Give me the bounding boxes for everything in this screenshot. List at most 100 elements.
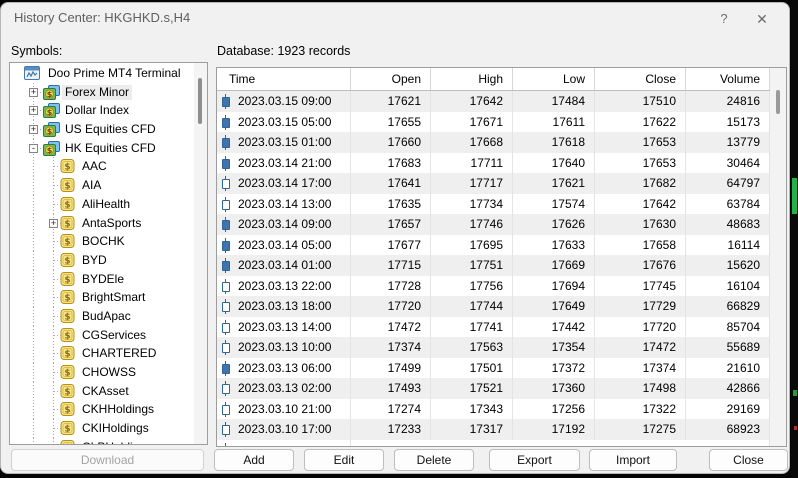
table-row[interactable]: 2023.03.14 13:00176351773417574176426378… — [217, 194, 770, 215]
table-row[interactable]: 2023.03.15 09:00176211764217484175102481… — [217, 91, 770, 112]
time-value: 2023.03.14 05:00 — [238, 235, 331, 256]
tree-item-chartered[interactable]: $CHARTERED — [10, 344, 194, 363]
cell-open: 17715 — [351, 255, 431, 276]
dollar-tag-icon: $ — [60, 384, 75, 401]
tree-item-chowss[interactable]: $CHOWSS — [10, 363, 194, 382]
tree-item-alihealth[interactable]: $AliHealth — [10, 195, 194, 214]
titlebar[interactable]: History Center: HKGHKD.s,H4 ? ✕ — [1, 3, 789, 33]
time-value: 2023.03.15 01:00 — [238, 132, 331, 153]
tree-item-budapac[interactable]: $BudApac — [10, 307, 194, 326]
background-green-bar — [792, 178, 797, 214]
cell-close: 17642 — [595, 194, 686, 215]
cell-close: 17275 — [595, 419, 686, 440]
tree-item-aac[interactable]: $AAC — [10, 157, 194, 176]
table-row[interactable]: 2023.03.15 05:00176551767117611176221517… — [217, 112, 770, 133]
tree-item-cgservices[interactable]: $CGServices — [10, 326, 194, 345]
cell-high: 17668 — [431, 132, 513, 153]
cell-high: 17734 — [431, 194, 513, 215]
dollar-tag-icon: $ — [60, 272, 75, 289]
tree-item-hk-equities-cfd[interactable]: -$HK Equities CFD — [10, 139, 194, 158]
tree-scrollbar-thumb[interactable] — [198, 78, 202, 124]
add-button[interactable]: Add — [214, 449, 294, 471]
edit-button[interactable]: Edit — [304, 449, 384, 471]
tree-item-bydele[interactable]: $BYDEle — [10, 270, 194, 289]
svg-text:$: $ — [64, 200, 70, 210]
tree-item-clpholdings[interactable]: $CLPHoldings — [10, 438, 194, 444]
table-row[interactable]: 2023.03.14 09:00176571774617626176304868… — [217, 214, 770, 235]
svg-text:$: $ — [64, 256, 70, 266]
column-header-volume[interactable]: Volume — [686, 68, 770, 90]
cell-time: 2023.03.15 01:00 — [217, 132, 351, 153]
collapse-icon[interactable]: - — [29, 144, 38, 153]
time-value: 2023.03.10 17:00 — [238, 419, 331, 440]
tree-item-aia[interactable]: $AIA — [10, 176, 194, 195]
dollar-tag-icon: $ — [60, 309, 75, 326]
cell-time: 2023.03.14 21:00 — [217, 153, 351, 174]
cell-close: 17720 — [595, 317, 686, 338]
screenshot-background: History Center: HKGHKD.s,H4 ? ✕ Symbols:… — [0, 0, 798, 478]
close-button[interactable]: Close — [709, 449, 788, 471]
symbols-label: Symbols: — [11, 44, 62, 58]
svg-text:$: $ — [64, 163, 70, 173]
table-row[interactable]: 2023.03.15 01:00176601766817618176531377… — [217, 132, 770, 153]
table-body: 2023.03.15 09:00176211764217484175102481… — [217, 91, 770, 447]
table-row[interactable]: 2023.03.14 05:00176771769517633176581611… — [217, 235, 770, 256]
tree-item-label: BYD — [79, 253, 110, 268]
close-window-icon[interactable]: ✕ — [749, 8, 775, 30]
dollar-tag-icon: $ — [60, 290, 75, 307]
cell-low: 17649 — [513, 296, 595, 317]
expand-icon[interactable]: + — [29, 106, 38, 115]
tree-scrollbar[interactable] — [194, 63, 207, 444]
table-row[interactable]: 2023.03.13 02:00174931752117360174984286… — [217, 378, 770, 399]
table-row[interactable]: 2023.03.10 21:00172741734317256173222916… — [217, 399, 770, 420]
time-value: 2023.03.14 17:00 — [238, 173, 331, 194]
table-row[interactable]: 2023.03.13 06:00174991750117372173742161… — [217, 358, 770, 379]
tree-item-ckiholdings[interactable]: $CKIHoldings — [10, 419, 194, 438]
table-row[interactable]: 2023.03.13 18:00177201774417649177296682… — [217, 296, 770, 317]
table-row[interactable]: 2023.03.14 21:00176831771117640176533046… — [217, 153, 770, 174]
tree-item-us-equities-cfd[interactable]: +$US Equities CFD — [10, 120, 194, 139]
cell-time: 2023.03.13 10:00 — [217, 337, 351, 358]
expand-icon[interactable]: + — [29, 125, 38, 134]
tree-item-doo-prime-mt4-terminal[interactable]: Doo Prime MT4 Terminal — [10, 64, 194, 83]
cell-close: 17653 — [595, 132, 686, 153]
tree-item-dollar-index[interactable]: +$Dollar Index — [10, 101, 194, 120]
cell-low: 17442 — [513, 317, 595, 338]
download-button[interactable]: Download — [11, 449, 204, 471]
svg-text:$: $ — [64, 331, 70, 341]
column-header-close[interactable]: Close — [595, 68, 686, 90]
cell-low: 17669 — [513, 255, 595, 276]
column-header-low[interactable]: Low — [513, 68, 595, 90]
table-row[interactable]: 2023.03.13 14:00174721774117442177208570… — [217, 317, 770, 338]
column-header-high[interactable]: High — [431, 68, 513, 90]
candle-bullish-icon — [221, 422, 230, 437]
expand-icon[interactable]: + — [49, 219, 58, 228]
column-header-open[interactable]: Open — [351, 68, 431, 90]
table-scrollbar[interactable] — [769, 68, 786, 446]
table-row[interactable]: 2023.03.14 01:00177151775117669176761562… — [217, 255, 770, 276]
import-button[interactable]: Import — [589, 449, 677, 471]
tree-item-ckasset[interactable]: $CKAsset — [10, 382, 194, 401]
tree-item-bochk[interactable]: $BOCHK — [10, 232, 194, 251]
delete-button[interactable]: Delete — [394, 449, 474, 471]
table-scrollbar-thumb[interactable] — [776, 90, 780, 114]
cell-close: 17510 — [595, 91, 686, 112]
help-button[interactable]: ? — [711, 8, 737, 30]
tree-item-antasports[interactable]: +$AntaSports — [10, 214, 194, 233]
cell-close: 17676 — [595, 255, 686, 276]
expand-icon[interactable]: + — [29, 88, 38, 97]
table-row[interactable]: 2023.03.13 10:00173741756317354174725568… — [217, 337, 770, 358]
tree-item-brightsmart[interactable]: $BrightSmart — [10, 288, 194, 307]
terminal-icon — [24, 66, 41, 84]
candle-bullish-icon — [221, 176, 230, 191]
table-row[interactable]: 2023.03.14 17:00176411771717621176826479… — [217, 173, 770, 194]
tree-item-forex-minor[interactable]: +$Forex Minor — [10, 83, 194, 102]
table-row[interactable]: 2023.03.10 17:00172331731717192172756892… — [217, 419, 770, 440]
tree-item-byd[interactable]: $ BYD — [10, 251, 194, 270]
svg-text:$: $ — [64, 181, 70, 191]
column-header-time[interactable]: Time — [217, 68, 351, 90]
table-row[interactable]: 2023.03.13 22:00177281775617694177451610… — [217, 276, 770, 297]
export-button[interactable]: Export — [489, 449, 580, 471]
cell-volume: 68923 — [686, 419, 770, 440]
tree-item-ckhholdings[interactable]: $CKHHoldings — [10, 400, 194, 419]
